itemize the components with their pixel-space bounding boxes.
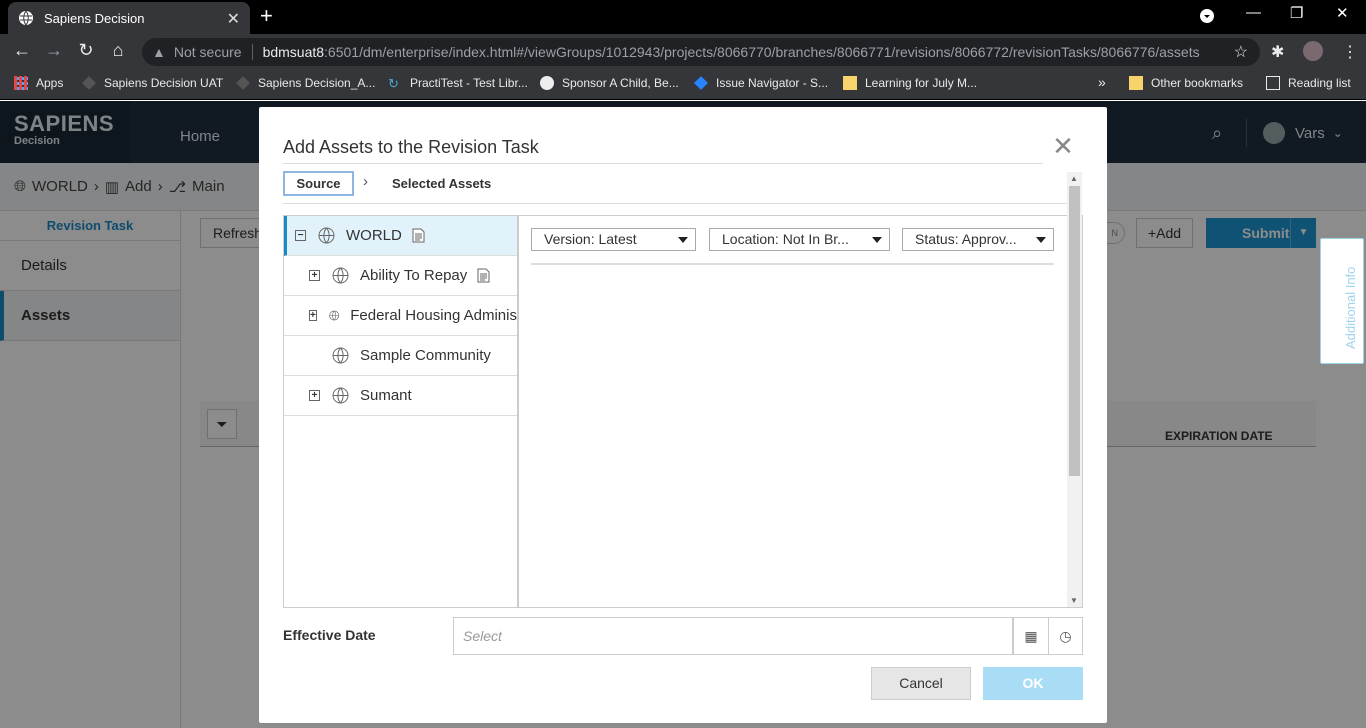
filter-bar: Version: Latest Location: Not In Br... S…	[531, 228, 1054, 265]
reading-list[interactable]: Reading list	[1266, 76, 1351, 90]
step-source[interactable]: Source	[283, 171, 354, 196]
status-select[interactable]: Status: Approv...	[902, 228, 1054, 251]
caret-down-icon	[872, 237, 882, 243]
browser-tab-strip: Sapiens Decision ✕ + — ❐ ✕	[0, 0, 1366, 34]
sponsor-icon	[540, 76, 554, 90]
bookmark-learning[interactable]: Learning for July M...	[843, 76, 977, 90]
scroll-down-icon[interactable]: ▼	[1070, 596, 1078, 605]
scroll-up-icon[interactable]: ▲	[1070, 174, 1078, 183]
calendar-icon[interactable]: ▦	[1013, 617, 1049, 655]
browser-tab[interactable]: Sapiens Decision ✕	[8, 2, 250, 34]
globe-icon	[332, 387, 349, 404]
reload-icon[interactable]: ↻	[74, 40, 98, 61]
clock-icon[interactable]: ◷	[1048, 617, 1083, 655]
omnibox-divider	[251, 44, 253, 60]
back-icon[interactable]: ←	[10, 40, 34, 61]
chevron-right-icon: ›	[363, 173, 368, 190]
tree-node-label: Sumant	[360, 387, 412, 404]
bookmark-apps[interactable]: Apps	[14, 76, 63, 90]
tree-node-ability-to-repay[interactable]: + Ability To Repay	[284, 256, 517, 296]
profile-dropdown-icon[interactable]	[1199, 8, 1215, 28]
warning-icon: ▲	[152, 44, 166, 60]
tree-node-label: Ability To Repay	[360, 267, 468, 284]
globe-icon	[318, 227, 335, 244]
tree-node-sumant[interactable]: + Sumant	[284, 376, 517, 416]
expand-icon[interactable]: +	[309, 310, 317, 321]
location-select[interactable]: Location: Not In Br...	[709, 228, 890, 251]
add-assets-dialog: Add Assets to the Revision Task ✕ Source…	[259, 107, 1107, 723]
tree-node-federal-housing[interactable]: + Federal Housing Adminis	[284, 296, 517, 336]
extensions-icon[interactable]: ✱	[1271, 42, 1284, 62]
new-tab-button[interactable]: +	[260, 4, 273, 28]
effective-date-input[interactable]: Select	[453, 617, 1013, 655]
tree-node-sample-community[interactable]: Sample Community	[284, 336, 517, 376]
minimize-icon[interactable]: —	[1246, 4, 1261, 21]
url-path: :6501/dm/enterprise/index.html#/viewGrou…	[324, 44, 1200, 60]
close-window-icon[interactable]: ✕	[1336, 4, 1349, 22]
close-icon[interactable]: ✕	[1051, 133, 1075, 159]
bookmarks-overflow[interactable]: »	[1098, 74, 1106, 90]
step-selected-assets[interactable]: Selected Assets	[392, 176, 491, 191]
address-bar[interactable]: ▲ Not secure bdmsuat8 :6501/dm/enterpris…	[142, 38, 1260, 66]
expand-icon[interactable]: +	[309, 270, 320, 281]
bookmark-sapiens-uat[interactable]: Sapiens Decision UAT	[82, 76, 223, 90]
tree-node-label: WORLD	[346, 227, 402, 244]
collapse-icon[interactable]: −	[295, 230, 306, 241]
folder-icon	[843, 76, 857, 90]
globe-icon	[332, 347, 349, 364]
url-host: bdmsuat8	[262, 44, 325, 60]
bookmark-sapiens-a[interactable]: Sapiens Decision_A...	[236, 76, 375, 90]
caret-down-icon	[1036, 237, 1046, 243]
apps-grid-icon	[14, 76, 28, 90]
forward-icon[interactable]: →	[42, 40, 66, 61]
menu-icon[interactable]: ⋮	[1342, 42, 1358, 62]
document-icon	[477, 268, 490, 283]
title-divider	[283, 163, 1043, 164]
expand-icon[interactable]: +	[309, 390, 320, 401]
globe-icon	[329, 310, 339, 321]
effective-date-label: Effective Date	[283, 627, 376, 643]
globe-icon	[19, 10, 33, 26]
cancel-button[interactable]: Cancel	[871, 667, 971, 700]
dialog-title: Add Assets to the Revision Task	[283, 137, 539, 157]
browser-tab-title: Sapiens Decision	[44, 10, 145, 26]
browser-toolbar: ← → ↻ ⌂ ▲ Not secure bdmsuat8 :6501/dm/e…	[0, 34, 1366, 70]
diamond-icon	[236, 76, 250, 90]
jira-icon	[694, 76, 708, 90]
source-panel: − WORLD + Ability To Repay + Federal Hou…	[283, 172, 1083, 608]
bookmark-other[interactable]: Other bookmarks	[1129, 76, 1243, 90]
diamond-icon	[82, 76, 96, 90]
tree-node-label: Sample Community	[360, 347, 491, 364]
home-icon[interactable]: ⌂	[106, 40, 130, 61]
ok-button[interactable]: OK	[983, 667, 1083, 700]
restore-icon[interactable]: ❐	[1290, 4, 1303, 22]
folder-icon	[1129, 76, 1143, 90]
caret-down-icon	[678, 237, 688, 243]
close-tab-icon[interactable]: ✕	[227, 9, 240, 29]
globe-icon	[332, 267, 349, 284]
practitest-icon: ↻	[388, 76, 399, 91]
reading-list-icon	[1266, 76, 1280, 90]
additional-info-tab[interactable]: Additional Info	[1320, 238, 1364, 364]
profile-avatar[interactable]	[1303, 41, 1323, 61]
document-icon	[412, 228, 425, 243]
tree-node-world[interactable]: − WORLD	[284, 216, 517, 256]
steps-divider	[283, 203, 1071, 204]
version-select[interactable]: Version: Latest	[531, 228, 696, 251]
tree-node-label: Federal Housing Adminis	[350, 307, 517, 324]
asset-tree: − WORLD + Ability To Repay + Federal Hou…	[284, 216, 519, 607]
bookmark-star-icon[interactable]: ☆	[1234, 42, 1248, 62]
bookmark-practitest[interactable]: ↻ PractiTest - Test Libr...	[388, 76, 528, 91]
panel-scrollbar[interactable]: ▲ ▼	[1067, 172, 1082, 607]
bookmark-sponsor[interactable]: Sponsor A Child, Be...	[540, 76, 679, 90]
bookmarks-bar: Apps Sapiens Decision UAT Sapiens Decisi…	[0, 70, 1366, 100]
bookmark-issue-navigator[interactable]: Issue Navigator - S...	[694, 76, 828, 90]
scrollbar-thumb[interactable]	[1069, 186, 1080, 476]
not-secure-label: Not secure	[173, 44, 242, 60]
